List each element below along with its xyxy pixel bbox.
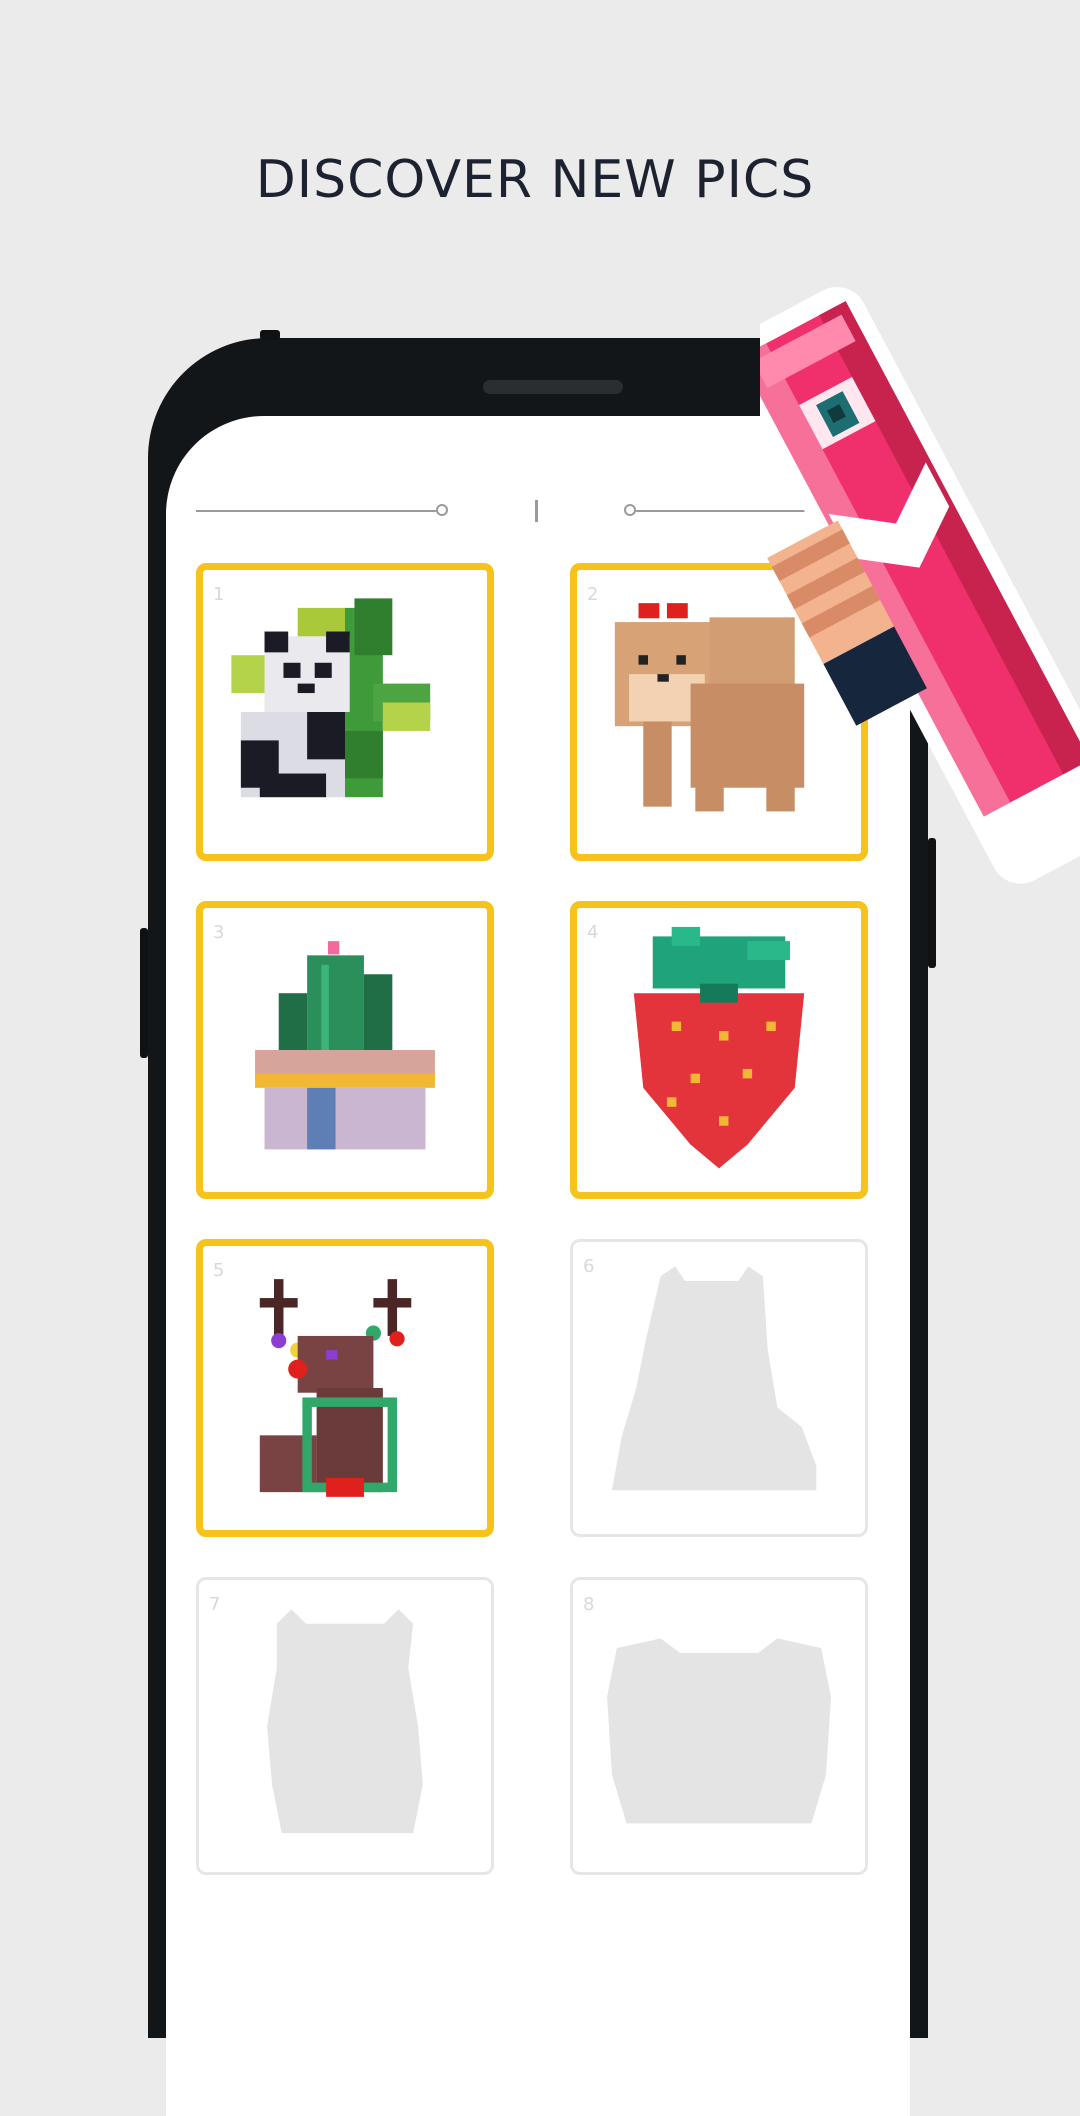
strawberry-art [633, 926, 805, 1169]
page-headline: DISCOVER NEW PICS [255, 150, 815, 210]
slider-track-left [196, 510, 436, 512]
picture-tile-bear-locked[interactable]: 8 [570, 1577, 868, 1875]
reindeer-art [259, 1279, 412, 1497]
picture-tile-cactus[interactable]: 3 [196, 901, 494, 1199]
pixel-pencil-icon [760, 286, 1080, 884]
cat-silhouette [611, 1266, 817, 1491]
potted-cactus-art [255, 941, 435, 1150]
phone-side-button-left [140, 928, 148, 1058]
picture-tile-reindeer[interactable]: 5 [196, 1239, 494, 1537]
bear-silhouette [607, 1638, 831, 1824]
slider-divider [535, 500, 538, 522]
llama-silhouette [267, 1609, 423, 1834]
picture-tile-llama-locked[interactable]: 7 [196, 1577, 494, 1875]
picture-tile-strawberry[interactable]: 4 [570, 901, 868, 1199]
picture-tile-cat-locked[interactable]: 6 [570, 1239, 868, 1537]
panda-cactus-art [231, 598, 431, 798]
slider-knob-left[interactable] [436, 504, 448, 516]
phone-top-tab-left [260, 330, 280, 340]
slider-knob-right[interactable] [624, 504, 636, 516]
picture-tile-panda[interactable]: 1 [196, 563, 494, 861]
phone-speaker [483, 380, 623, 394]
